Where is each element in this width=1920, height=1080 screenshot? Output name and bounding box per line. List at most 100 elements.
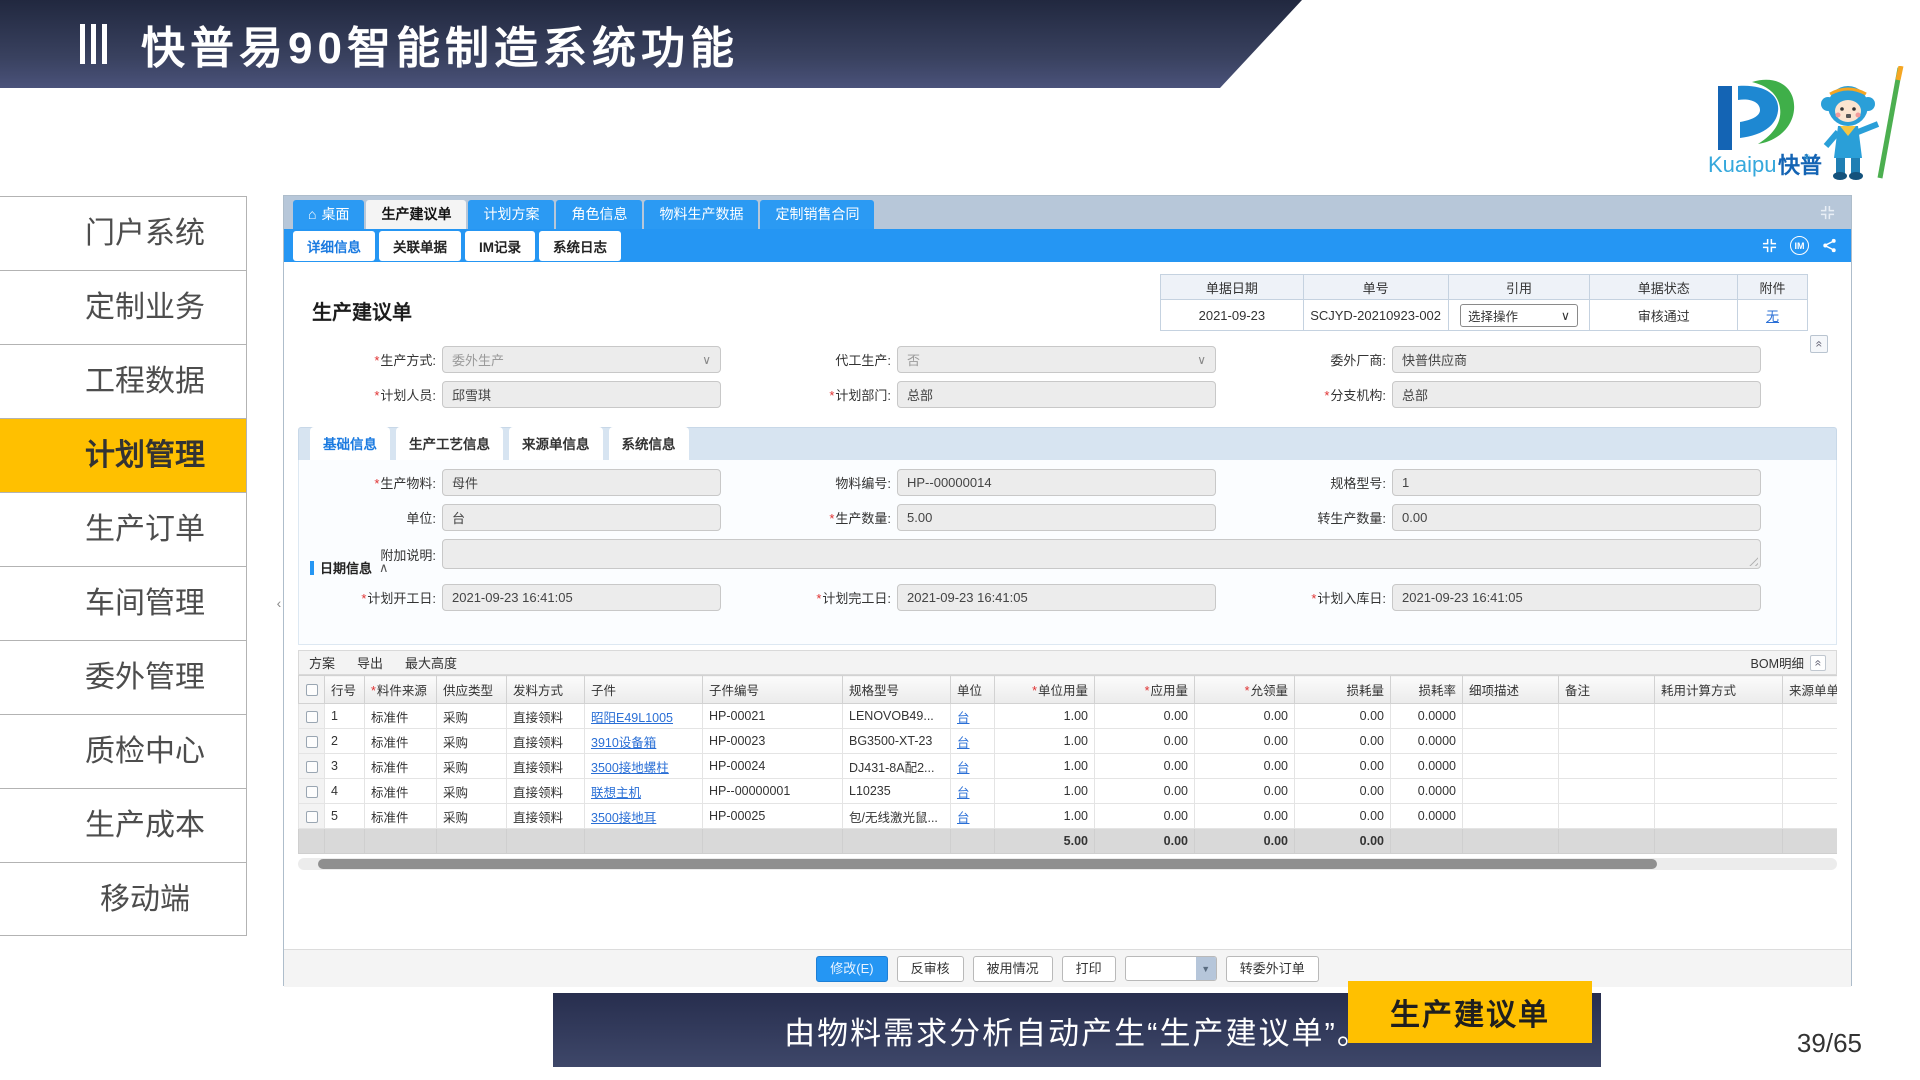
page-number: 39/65 bbox=[1797, 1028, 1862, 1059]
subtab-system-log[interactable]: 系统日志 bbox=[539, 231, 621, 261]
subtab-related-docs[interactable]: 关联单据 bbox=[379, 231, 461, 261]
horizontal-scrollbar-thumb[interactable] bbox=[318, 859, 1657, 869]
section-collapse-icon[interactable]: ∧ bbox=[379, 560, 389, 576]
usage-button[interactable]: 被用情况 bbox=[973, 956, 1053, 982]
production-material-field[interactable]: 母件 bbox=[442, 469, 721, 496]
column-header: 规格型号 bbox=[843, 676, 951, 704]
row-checkbox-cell[interactable] bbox=[299, 704, 325, 729]
tab-basic-info[interactable]: 基础信息 bbox=[310, 427, 390, 460]
cell-link[interactable]: 台 bbox=[957, 736, 970, 750]
tab-desktop[interactable]: ⌂桌面 bbox=[293, 200, 364, 229]
slide: 快普易90智能制造系统功能 Kuaipu 快普 ® bbox=[0, 0, 1920, 1080]
spec-model-field[interactable]: 1 bbox=[1392, 469, 1761, 496]
sidebar-item-mobile[interactable]: 移动端 bbox=[0, 862, 246, 936]
tab-custom-sales-contract[interactable]: 定制销售合同 bbox=[760, 200, 874, 229]
unit-field[interactable]: 台 bbox=[442, 504, 721, 531]
table-cell: 3500接地耳 bbox=[585, 804, 703, 829]
cell-link[interactable]: 3910设备箱 bbox=[591, 736, 656, 750]
sidebar-item-outsourcing[interactable]: 委外管理 bbox=[0, 640, 246, 714]
table-cell: 直接领料 bbox=[507, 729, 585, 754]
select-all-checkbox[interactable] bbox=[306, 684, 318, 696]
table-cell: HP-00021 bbox=[703, 704, 843, 729]
collapse-header-icon[interactable]: « bbox=[1810, 335, 1828, 353]
basic-tab-bar: 基础信息 生产工艺信息 来源单信息 系统信息 bbox=[298, 427, 1837, 460]
table-cell bbox=[1655, 754, 1783, 779]
doc-status-value: 审核通过 bbox=[1590, 300, 1738, 331]
cell-link[interactable]: 昭阳E49L1005 bbox=[591, 711, 673, 725]
sidebar-item-production-cost[interactable]: 生产成本 bbox=[0, 788, 246, 862]
sidebar-item-custom-business[interactable]: 定制业务 bbox=[0, 270, 246, 344]
branch-field[interactable]: 总部 bbox=[1392, 381, 1761, 408]
note-textarea[interactable] bbox=[442, 539, 1761, 569]
collapse-tabs-icon[interactable] bbox=[1820, 205, 1835, 220]
toolbar-max-height-button[interactable]: 最大高度 bbox=[405, 653, 457, 672]
footer-dropdown[interactable]: ▼ bbox=[1125, 956, 1217, 981]
share-icon[interactable] bbox=[1822, 238, 1837, 253]
plan-instock-date-field[interactable]: 2021-09-23 16:41:05 bbox=[1392, 584, 1761, 611]
table-cell: HP-00024 bbox=[703, 754, 843, 779]
table-cell bbox=[1783, 729, 1838, 754]
row-checkbox-cell[interactable] bbox=[299, 754, 325, 779]
resize-handle[interactable] bbox=[1748, 556, 1758, 566]
cell-link[interactable]: 台 bbox=[957, 761, 970, 775]
tab-role-info[interactable]: 角色信息 bbox=[556, 200, 642, 229]
material-code-field[interactable]: HP--00000014 bbox=[897, 469, 1216, 496]
horizontal-scrollbar-track[interactable] bbox=[298, 858, 1837, 870]
cell-link[interactable]: 3500接地螺柱 bbox=[591, 761, 669, 775]
attachment-link[interactable]: 无 bbox=[1766, 309, 1779, 324]
modify-button[interactable]: 修改(E) bbox=[816, 956, 887, 982]
plan-dept-field[interactable]: 总部 bbox=[897, 381, 1216, 408]
table-cell bbox=[1655, 729, 1783, 754]
bom-collapse-icon[interactable]: « bbox=[1810, 655, 1826, 671]
row-checkbox-cell[interactable] bbox=[299, 779, 325, 804]
row-checkbox[interactable] bbox=[306, 786, 318, 798]
tab-plan-scheme[interactable]: 计划方案 bbox=[468, 200, 554, 229]
production-qty-field[interactable]: 5.00 bbox=[897, 504, 1216, 531]
row-checkbox[interactable] bbox=[306, 711, 318, 723]
cell-link[interactable]: 3500接地耳 bbox=[591, 811, 656, 825]
im-chat-icon[interactable]: IM bbox=[1790, 236, 1809, 255]
row-checkbox[interactable] bbox=[306, 736, 318, 748]
outsource-vendor-field[interactable]: 快普供应商 bbox=[1392, 346, 1761, 373]
row-checkbox-cell[interactable] bbox=[299, 729, 325, 754]
row-checkbox-cell[interactable] bbox=[299, 804, 325, 829]
plan-finish-date-field[interactable]: 2021-09-23 16:41:05 bbox=[897, 584, 1216, 611]
sidebar-item-engineering-data[interactable]: 工程数据 bbox=[0, 344, 246, 418]
toolbar-export-button[interactable]: 导出 bbox=[357, 653, 383, 672]
transfer-qty-field[interactable]: 0.00 bbox=[1392, 504, 1761, 531]
planner-field[interactable]: 邱雪琪 bbox=[442, 381, 721, 408]
row-checkbox[interactable] bbox=[306, 811, 318, 823]
sidebar-item-quality-center[interactable]: 质检中心 bbox=[0, 714, 246, 788]
table-cell: L10235 bbox=[843, 779, 951, 804]
transfer-outsource-button[interactable]: 转委外订单 bbox=[1226, 956, 1319, 982]
tab-process-info[interactable]: 生产工艺信息 bbox=[396, 427, 503, 460]
subtab-im-records[interactable]: IM记录 bbox=[465, 231, 535, 261]
select-all-cell[interactable] bbox=[299, 676, 325, 704]
print-button[interactable]: 打印 bbox=[1062, 956, 1116, 982]
toolbar-scheme-button[interactable]: 方案 bbox=[309, 653, 335, 672]
subtab-detail-info[interactable]: 详细信息 bbox=[293, 231, 375, 261]
cell-link[interactable]: 台 bbox=[957, 786, 970, 800]
plan-start-date-field[interactable]: 2021-09-23 16:41:05 bbox=[442, 584, 721, 611]
svg-text:Kuaipu: Kuaipu bbox=[1708, 152, 1777, 177]
collapse-panel-icon[interactable] bbox=[1762, 238, 1777, 253]
sidebar-item-production-order[interactable]: 生产订单 bbox=[0, 492, 246, 566]
row-checkbox[interactable] bbox=[306, 761, 318, 773]
cell-link[interactable]: 台 bbox=[957, 811, 970, 825]
cell-link[interactable]: 联想主机 bbox=[591, 786, 641, 800]
oem-production-select[interactable]: 否∨ bbox=[897, 346, 1216, 373]
tab-source-doc-info[interactable]: 来源单信息 bbox=[509, 427, 603, 460]
panel-collapse-handle[interactable]: ‹ bbox=[274, 588, 284, 618]
tab-material-production-data[interactable]: 物料生产数据 bbox=[644, 200, 758, 229]
sidebar-item-workshop[interactable]: 车间管理 bbox=[0, 566, 246, 640]
cell-link[interactable]: 台 bbox=[957, 711, 970, 725]
production-method-select[interactable]: 委外生产∨ bbox=[442, 346, 721, 373]
sidebar-item-portal[interactable]: 门户系统 bbox=[0, 196, 246, 270]
table-cell: 标准件 bbox=[365, 804, 437, 829]
unaudit-button[interactable]: 反审核 bbox=[897, 956, 964, 982]
column-header: *允领量 bbox=[1195, 676, 1295, 704]
tab-system-info[interactable]: 系统信息 bbox=[609, 427, 689, 460]
ref-action-select[interactable]: 选择操作∨ bbox=[1460, 304, 1578, 327]
sidebar-item-plan-management[interactable]: 计划管理 bbox=[0, 418, 246, 492]
tab-production-suggestion[interactable]: 生产建议单 bbox=[366, 200, 466, 229]
